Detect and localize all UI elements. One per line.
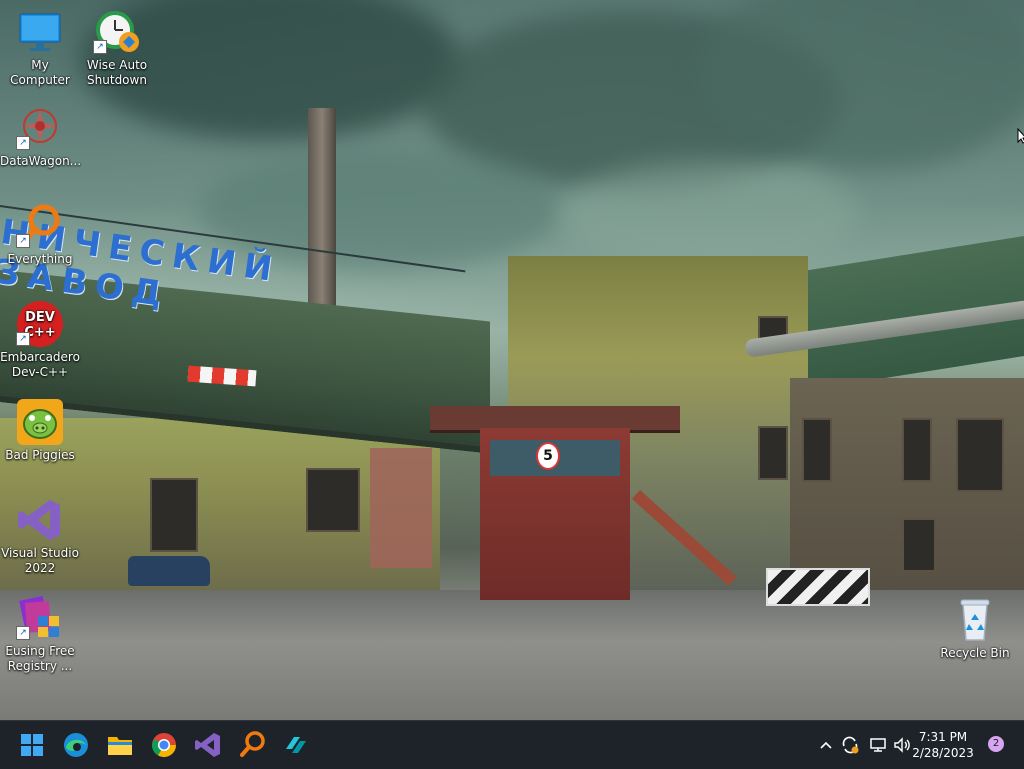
network-status[interactable] (868, 735, 888, 755)
monitor-icon (16, 8, 64, 56)
shortcut-arrow-icon: ↗ (16, 136, 30, 150)
icon-label: DataWagon... (0, 154, 82, 168)
desktop-icon-wise-auto-shutdown[interactable]: ↗ Wise Auto Shutdown (77, 8, 157, 88)
svg-text:DEV: DEV (25, 310, 55, 325)
taskbar-visual-studio[interactable] (192, 729, 224, 761)
registry-cleaner-icon: ↗ (16, 594, 64, 642)
chrome-icon (152, 733, 176, 758)
desktop-icon-my-computer[interactable]: My Computer (0, 8, 80, 88)
notification-badge[interactable]: 2 (988, 736, 1004, 752)
sync-status[interactable] (840, 735, 860, 755)
taskbar-everything[interactable] (236, 729, 268, 761)
desktop-icon-datawagon[interactable]: ↗ DataWagon... (0, 104, 82, 169)
magnifier-icon: ↗ (16, 202, 64, 250)
visual-studio-icon (195, 733, 220, 757)
edge-icon (64, 733, 88, 757)
icon-label: Eusing Free Registry ... (5, 644, 75, 673)
taskbar-edge[interactable] (60, 729, 92, 761)
datawagon-icon: ↗ (16, 104, 64, 152)
shortcut-arrow-icon: ↗ (16, 234, 30, 248)
desktop-icon-recycle-bin[interactable]: Recycle Bin (935, 596, 1015, 661)
shortcut-arrow-icon: ↗ (93, 40, 107, 54)
desktop-icon-eusing-registry[interactable]: ↗ Eusing Free Registry ... (0, 594, 80, 674)
sync-icon (842, 736, 859, 754)
start-button[interactable] (16, 729, 48, 761)
taskbar: 7:31 PM 2/28/2023 (0, 720, 1024, 769)
clock-time: 7:31 PM (918, 730, 968, 744)
green-pig-icon (16, 398, 64, 446)
icon-label: Everything (7, 252, 73, 266)
taskbar-file-explorer[interactable] (104, 729, 136, 761)
booth-sign: 5 (536, 442, 560, 470)
windows-logo-icon (21, 734, 43, 756)
icon-label: Wise Auto Shutdown (86, 58, 148, 87)
icon-label: Bad Piggies (5, 448, 75, 462)
taskbar-app[interactable] (280, 729, 312, 761)
magnifier-icon (240, 731, 265, 757)
cyan-app-icon (286, 737, 306, 753)
shortcut-arrow-icon: ↗ (16, 626, 30, 640)
desktop-icon-everything[interactable]: ↗ Everything (0, 202, 80, 267)
folder-icon (108, 737, 132, 755)
devcpp-icon: DEV C++ ↗ (16, 300, 64, 348)
network-icon (870, 738, 886, 752)
shortcut-arrow-icon: ↗ (16, 332, 30, 346)
clock-shutdown-icon: ↗ (93, 8, 141, 56)
show-hidden-icons[interactable] (816, 735, 836, 755)
visual-studio-icon (16, 496, 64, 544)
icon-label: My Computer (10, 58, 70, 87)
desktop-icon-bad-piggies[interactable]: Bad Piggies (0, 398, 80, 463)
desktop-icon-visual-studio[interactable]: Visual Studio 2022 (0, 496, 80, 576)
taskbar-clock[interactable]: 7:31 PM 2/28/2023 (908, 729, 978, 761)
icon-label: Embarcadero Dev-C++ (0, 350, 80, 379)
clock-date: 2/28/2023 (912, 746, 974, 760)
mouse-cursor-icon (1017, 128, 1024, 144)
striped-barrier (766, 568, 870, 606)
desktop-icon-embarcadero-dev-cpp[interactable]: DEV C++ ↗ Embarcadero Dev-C++ (0, 300, 80, 380)
taskbar-chrome[interactable] (148, 729, 180, 761)
desktop[interactable]: НИЧЕСКИЙ ЗАВОД 5 My Computer ↗ Wise Auto… (0, 0, 1024, 720)
icon-label: Recycle Bin (940, 646, 1010, 660)
car (128, 556, 210, 586)
recycle-bin-icon (951, 596, 999, 644)
factory-right-building (790, 378, 1024, 593)
chevron-up-icon (820, 741, 832, 749)
ground (0, 590, 1024, 720)
icon-label: Visual Studio 2022 (1, 546, 79, 575)
